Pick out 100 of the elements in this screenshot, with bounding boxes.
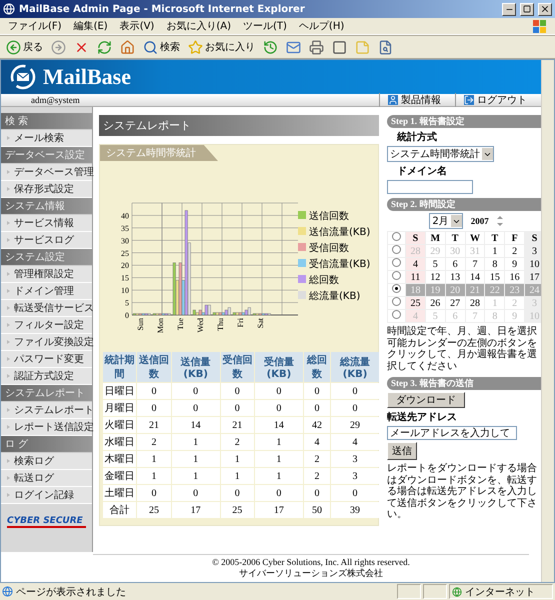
menu-item[interactable]: ファイル(F)	[8, 19, 62, 33]
table-cell: 2	[304, 451, 330, 467]
spin-icon[interactable]	[496, 215, 503, 227]
table-cell: 1	[172, 451, 220, 467]
legend-swatch	[298, 275, 306, 283]
sidebar-item[interactable]: サービス情報	[1, 215, 92, 232]
sidebar-item[interactable]: システムレポート	[1, 402, 92, 419]
sidebar-item[interactable]: レポート送信設定	[1, 419, 92, 436]
bullet-icon	[7, 476, 10, 480]
sidebar-item[interactable]: 転送受信サービス	[1, 300, 92, 317]
axis-tick-label: 20	[121, 261, 129, 270]
column-header: 総流量(KB)	[331, 352, 379, 382]
sidebar-item[interactable]: サービスログ	[1, 232, 92, 249]
table-cell: 火曜日	[103, 417, 136, 433]
partner-logo: CYBER SECURE	[7, 516, 86, 528]
info-link[interactable]: 製品情報	[379, 93, 455, 107]
domain-input[interactable]	[387, 180, 473, 194]
scroll-bar[interactable]	[541, 60, 554, 582]
legend-label: 受信流量(KB)	[309, 258, 370, 271]
axis-tick-label: 40	[121, 211, 129, 220]
week-radio[interactable]	[392, 232, 402, 241]
sidebar-item[interactable]: ログイン記録	[1, 487, 92, 504]
table-cell: 1	[137, 468, 171, 484]
axis-tick-label: 0	[125, 311, 129, 320]
table-cell: 0	[304, 400, 330, 416]
copyright-text: © 2005-2006 Cyber Solutions, Inc. All rights reserved.	[212, 557, 410, 567]
legend-label: 総回数	[309, 274, 339, 287]
send-button[interactable]: 送信	[387, 442, 417, 460]
sidebar-item[interactable]: データベース管理	[1, 164, 92, 181]
method-select[interactable]: システム時間帯統計	[387, 146, 494, 162]
week-radio[interactable]	[392, 245, 402, 254]
refresh-icon	[97, 40, 112, 54]
axis-tick-label: 25	[121, 248, 129, 258]
menu-item[interactable]: 表示(V)	[120, 19, 154, 33]
column-header: 送信回数	[137, 352, 171, 382]
bullet-icon	[7, 323, 10, 327]
download-button[interactable]: ダウンロード	[387, 392, 465, 408]
printer-icon	[309, 40, 324, 54]
table-cell: 14	[172, 417, 220, 433]
weekday-label: M	[425, 232, 446, 244]
sidebar-item[interactable]: 検索ログ	[1, 453, 92, 470]
menu-item[interactable]: ツール(T)	[243, 19, 287, 33]
status-text: ページが表示されました	[2, 584, 395, 598]
table-cell: 金曜日	[103, 468, 136, 484]
bullet-icon	[7, 493, 10, 497]
maximize-button[interactable]	[520, 2, 534, 16]
envelope-arrows-icon	[9, 63, 37, 91]
sidebar-item[interactable]: メール検索	[1, 130, 92, 147]
bullet-icon	[7, 238, 10, 242]
sidebar-item[interactable]: 転送ログ	[1, 470, 92, 487]
sidebar-item[interactable]: ファイル変換設定	[1, 334, 92, 351]
table-cell: 17	[172, 502, 220, 518]
window-title: MailBase Admin Page - Microsoft Internet Explorer	[19, 4, 306, 14]
page-title: システムレポート	[99, 115, 379, 136]
sidebar-item[interactable]: フィルター設定	[1, 317, 92, 334]
week-radio[interactable]	[392, 284, 402, 293]
field-label: 統計方式	[396, 130, 438, 144]
menu-item[interactable]: お気に入り(A)	[166, 19, 231, 33]
week-radio[interactable]	[392, 258, 402, 267]
back-button[interactable]: 戻る	[4, 38, 45, 56]
table-cell: 0	[137, 383, 171, 399]
week-radio[interactable]	[392, 271, 402, 280]
bullet-icon	[7, 306, 10, 310]
table-cell: 0	[220, 400, 254, 416]
favorites-button[interactable]: お気に入り	[186, 38, 257, 56]
bullet-icon	[7, 357, 10, 361]
sidebar-item[interactable]: 認証方式設定	[1, 368, 92, 385]
table-cell: 39	[331, 502, 379, 518]
week-radio[interactable]	[392, 297, 402, 306]
axis-category-label: Sat	[256, 318, 265, 328]
close-button[interactable]	[538, 2, 552, 16]
print-button[interactable]	[307, 38, 326, 56]
table-cell: 21	[220, 417, 254, 433]
address-input[interactable]: メールアドレスを入力して	[387, 426, 517, 440]
table-cell: 4	[331, 434, 379, 450]
table-cell: 0	[254, 400, 303, 416]
axis-tick-label: 10	[121, 286, 129, 296]
menu-item[interactable]: 編集(E)	[74, 19, 108, 33]
column-header: 受信回数	[220, 352, 254, 382]
table-cell: 0	[254, 485, 303, 501]
sidebar-item[interactable]: 保存形式設定	[1, 181, 92, 198]
minimize-button[interactable]	[502, 2, 516, 16]
search-button[interactable]: 検索	[141, 38, 182, 56]
table-cell: 1	[220, 451, 254, 467]
forward-button[interactable]	[49, 38, 68, 56]
menu-item[interactable]: ヘルプ(H)	[298, 19, 344, 33]
sidebar-item[interactable]: ドメイン管理	[1, 283, 92, 300]
week-radio[interactable]	[392, 310, 402, 319]
axis-tick-label: 30	[121, 236, 129, 246]
sidebar-item[interactable]: 管理権限設定	[1, 266, 92, 283]
sidebar-heading: システムレポート	[1, 385, 92, 402]
table-cell: 0	[172, 485, 220, 501]
table-cell: 50	[304, 502, 330, 518]
sidebar-item[interactable]: パスワード変更	[1, 351, 92, 368]
table-cell: 0	[254, 383, 303, 399]
company-name: サイバーソリューションズ株式会社	[239, 567, 383, 580]
table-cell: 0	[304, 383, 330, 399]
month-select[interactable]: 2月	[429, 213, 463, 229]
table-cell: 0	[331, 383, 379, 399]
bullet-icon	[7, 340, 10, 344]
